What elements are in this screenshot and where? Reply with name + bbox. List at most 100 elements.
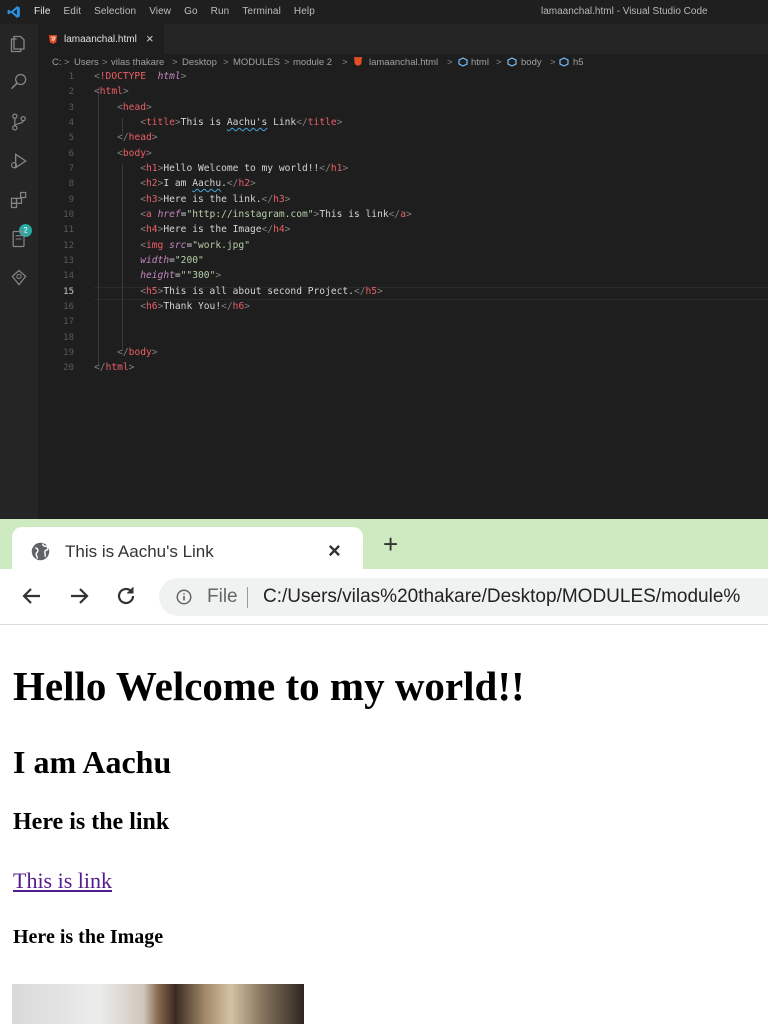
instagram-link[interactable]: This is link (13, 868, 112, 894)
menu-go[interactable]: Go (184, 6, 198, 17)
breadcrumb-item[interactable]: vilas thakare (111, 57, 164, 68)
code-line: <h6>Thank You!</h6> (94, 301, 250, 312)
breadcrumb-item[interactable]: body (521, 57, 542, 68)
menu-view[interactable]: View (149, 6, 171, 17)
code-token: </ (353, 286, 366, 297)
menu-help[interactable]: Help (294, 6, 315, 17)
menu-run[interactable]: Run (211, 6, 230, 17)
forward-arrow-icon[interactable] (67, 584, 91, 608)
code-token: This is (180, 117, 227, 128)
code-token: title (307, 117, 337, 128)
code-token: html (157, 71, 181, 82)
code-token: h4 (273, 224, 285, 235)
line-number: 10 (63, 210, 74, 220)
line-number: 1 (68, 72, 74, 82)
browser-window: This is Aachu's Link × + File C:/Users/v… (0, 519, 768, 1024)
code-token: </ (221, 301, 233, 312)
code-token: > (244, 301, 251, 312)
line-number: 16 (63, 302, 74, 312)
code-token: !DOCTYPE (99, 71, 146, 82)
breadcrumb-item[interactable]: module 2 (293, 57, 332, 68)
code-line: <h1>Hello Welcome to my world!!</h1> (94, 163, 348, 174)
menu-file[interactable]: File (34, 6, 51, 17)
page-heading-h3: Here is the link (13, 809, 170, 835)
tab-close-icon[interactable]: × (146, 31, 154, 46)
breadcrumb-separator: > (550, 57, 556, 68)
explorer-icon[interactable] (9, 34, 29, 54)
code-editor[interactable]: 1 2 3 4 5 6 7 8 9 10 11 12 13 14 15 16 1… (38, 71, 768, 519)
code-token: > (151, 347, 158, 358)
browser-tab-strip: This is Aachu's Link × + (0, 519, 768, 569)
live-share-icon[interactable] (9, 268, 29, 288)
breadcrumb-item[interactable]: Desktop (182, 57, 217, 68)
browser-tab[interactable]: This is Aachu's Link × (12, 527, 363, 569)
code-token: </ (388, 209, 401, 220)
code-token: html (99, 86, 123, 97)
reload-icon[interactable] (114, 584, 138, 608)
line-number: 4 (68, 118, 74, 128)
close-tab-icon[interactable]: × (328, 538, 341, 564)
search-icon[interactable] (9, 72, 29, 92)
html5-icon (49, 35, 57, 44)
source-control-icon[interactable] (9, 112, 29, 132)
menu-edit[interactable]: Edit (64, 6, 82, 17)
work-image (12, 984, 304, 1024)
address-bar[interactable]: File C:/Users/vilas%20thakare/Desktop/MO… (159, 578, 768, 616)
code-token: h2 (146, 178, 158, 189)
breadcrumb: C: > Users > vilas thakare > Desktop > M… (38, 54, 768, 70)
code-token: img (146, 240, 164, 251)
editor-tabs: lamaanchal.html × (38, 24, 768, 54)
menu-bar: File Edit Selection View Go Run Terminal… (34, 6, 328, 17)
new-tab-button[interactable]: + (383, 529, 398, 560)
breadcrumb-item[interactable]: Users (74, 57, 99, 68)
breadcrumb-item[interactable]: html (471, 57, 489, 68)
notebook-icon[interactable] (9, 229, 29, 249)
code-token: Hello Welcome to my world!! (163, 163, 320, 174)
code-token: > (250, 178, 256, 189)
code-token: width (140, 255, 170, 266)
line-number: 12 (63, 241, 74, 251)
breadcrumb-separator: > (342, 57, 348, 68)
run-debug-icon[interactable] (9, 151, 29, 171)
back-arrow-icon[interactable] (20, 584, 44, 608)
url-text[interactable]: C:/Users/vilas%20thakare/Desktop/MODULES… (263, 586, 740, 608)
extensions-icon[interactable] (9, 190, 29, 210)
breadcrumb-separator: > (284, 57, 290, 68)
vscode-window: File Edit Selection View Go Run Terminal… (0, 0, 768, 519)
breadcrumb-item[interactable]: MODULES (233, 57, 280, 68)
code-token: </ (319, 163, 331, 174)
line-number: 9 (68, 195, 74, 205)
code-token: src (169, 240, 187, 251)
breadcrumb-item[interactable]: h5 (573, 57, 584, 68)
menu-terminal[interactable]: Terminal (242, 6, 281, 17)
breadcrumb-separator: > (447, 57, 453, 68)
code-token: > (122, 86, 129, 97)
page-heading-h1: Hello Welcome to my world!! (13, 663, 525, 709)
code-token: </ (261, 224, 274, 235)
menu-selection[interactable]: Selection (94, 6, 136, 17)
symbol-element-icon (559, 57, 569, 67)
code-token: </ (261, 194, 274, 205)
symbol-element-icon (458, 57, 468, 67)
breadcrumb-item[interactable]: C: (52, 57, 62, 68)
chip-divider (247, 587, 248, 608)
breadcrumb-separator: > (64, 57, 70, 68)
code-token: h5 (146, 286, 158, 297)
code-token: href (157, 209, 181, 220)
breadcrumb-item[interactable]: lamaanchal.html (369, 57, 438, 68)
line-number: 2 (68, 87, 74, 97)
line-number: 3 (68, 103, 74, 113)
code-token: > (336, 117, 343, 128)
code-line: </html> (94, 362, 134, 373)
vscode-logo-icon (7, 6, 20, 18)
code-token: h2 (238, 178, 251, 189)
tab-lamaanchal-html[interactable]: lamaanchal.html × (38, 24, 164, 54)
info-icon[interactable] (175, 588, 193, 606)
code-token: > (151, 132, 158, 143)
code-token: </ (117, 347, 129, 358)
line-number: 7 (68, 164, 74, 174)
